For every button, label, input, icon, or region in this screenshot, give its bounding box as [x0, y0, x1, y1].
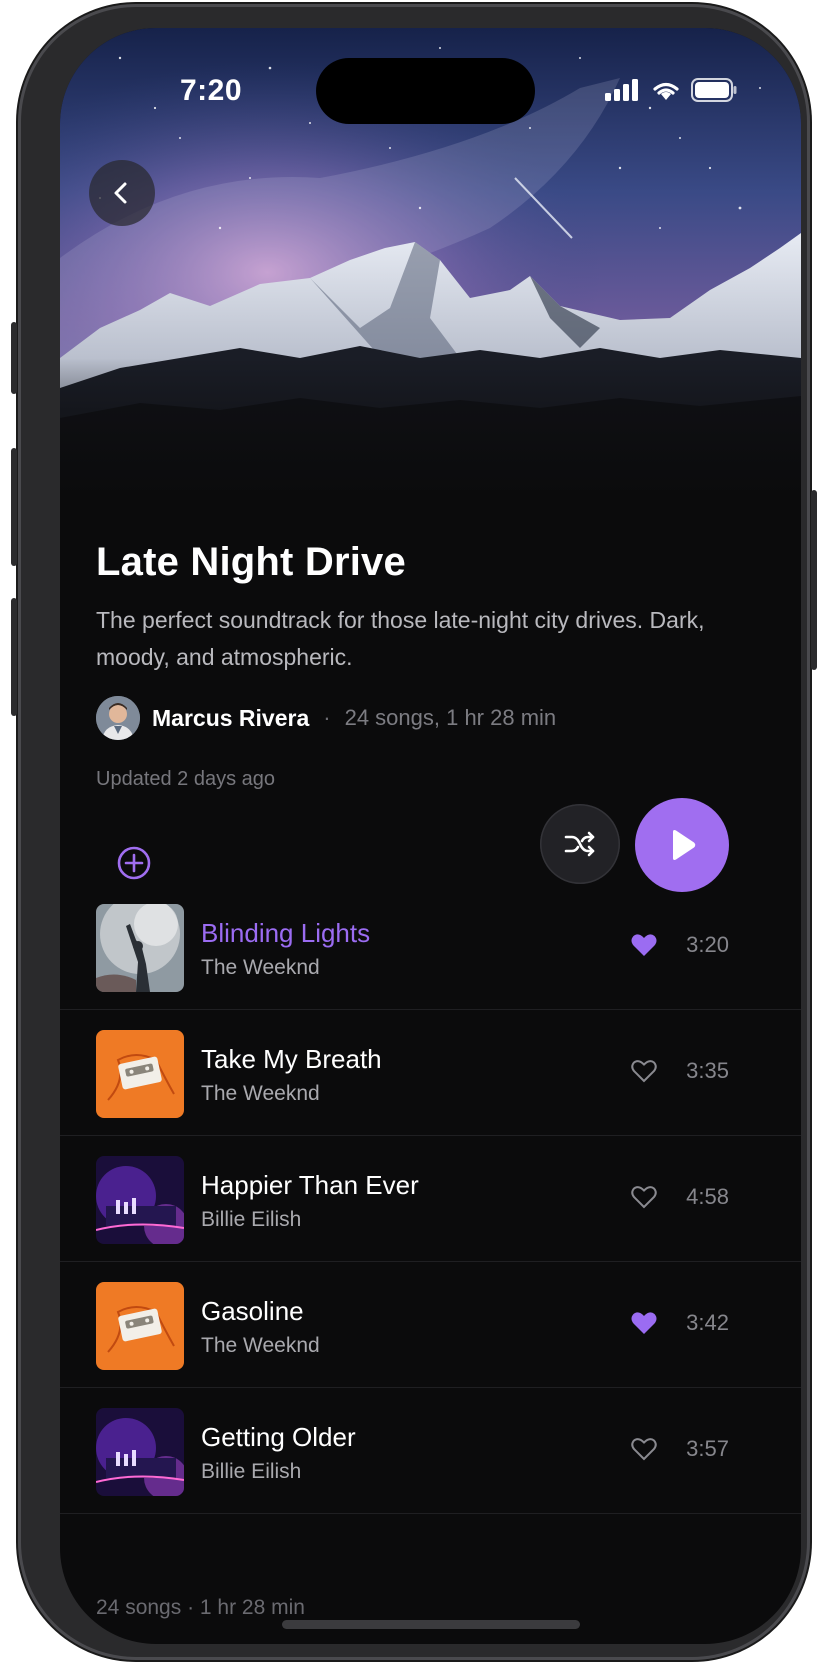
album-cover: [96, 1408, 184, 1496]
album-cover: [96, 1156, 184, 1244]
playlist-description: The perfect soundtrack for those late-ni…: [96, 607, 705, 670]
play-button[interactable]: [635, 798, 729, 892]
dynamic-island: [316, 58, 535, 124]
heart-icon[interactable]: [630, 1436, 658, 1462]
home-indicator[interactable]: [282, 1620, 580, 1629]
status-icons: [605, 78, 737, 102]
playlist-counts: 24 songs, 1 hr 28 min: [344, 705, 557, 730]
back-button[interactable]: [89, 160, 155, 226]
album-cover: [96, 1282, 184, 1370]
playlist-meta: Marcus Rivera · 24 songs, 1 hr 28 min: [96, 696, 556, 740]
track-title: Gasoline: [201, 1296, 304, 1326]
track-artist: The Weeknd: [201, 1082, 320, 1105]
heart-icon[interactable]: [630, 1058, 658, 1084]
heart-icon[interactable]: [630, 1184, 658, 1210]
track-duration: 3:42: [686, 1310, 729, 1335]
cellular-signal-icon: [605, 79, 638, 101]
heart-icon[interactable]: [630, 1310, 658, 1336]
track-row[interactable]: Getting Older Billie Eilish 3:57: [60, 1388, 801, 1514]
track-artist: Billie Eilish: [201, 1460, 302, 1483]
album-cover: [96, 904, 184, 992]
shuffle-icon: [564, 831, 595, 857]
side-button: [11, 448, 17, 566]
track-duration: 3:57: [686, 1436, 729, 1461]
track-row[interactable]: Take My Breath The Weeknd 3:35: [60, 1010, 801, 1136]
shuffle-button[interactable]: [540, 804, 620, 884]
track-row[interactable]: Happier Than Ever Billie Eilish 4:58: [60, 1136, 801, 1262]
meta-separator: ·: [323, 705, 331, 730]
track-row[interactable]: Blinding Lights The Weeknd 3:20: [60, 884, 801, 1010]
play-icon: [673, 830, 696, 860]
add-to-library-button[interactable]: [114, 843, 154, 883]
playlist-title: Late Night Drive: [96, 540, 406, 584]
wifi-icon: [653, 82, 679, 100]
owner-avatar[interactable]: [96, 696, 140, 740]
side-button: [11, 598, 17, 716]
owner-name[interactable]: Marcus Rivera: [152, 705, 309, 732]
track-duration: 4:58: [686, 1184, 729, 1209]
track-artist: Billie Eilish: [201, 1208, 302, 1231]
chevron-left-icon: [114, 182, 127, 204]
battery-icon: [691, 78, 737, 102]
track-title: Take My Breath: [201, 1044, 382, 1074]
side-button: [11, 322, 17, 394]
plus-circle-icon: [117, 846, 151, 880]
track-artist: The Weeknd: [201, 1334, 320, 1357]
phone-frame: 7:20 Late Night Drive The perfect soundt…: [11, 4, 817, 1660]
track-title: Happier Than Ever: [201, 1170, 419, 1200]
updated-text: Updated 2 days ago: [96, 768, 276, 790]
heart-icon[interactable]: [630, 932, 658, 958]
status-time: 7:20: [179, 74, 243, 107]
app-screen: 7:20 Late Night Drive The perfect soundt…: [60, 28, 801, 1644]
track-title: Blinding Lights: [201, 918, 371, 948]
row-divider: [60, 1513, 801, 1514]
album-cover: [96, 1030, 184, 1118]
track-artist: The Weeknd: [201, 956, 320, 979]
side-button: [811, 490, 817, 670]
track-row[interactable]: Gasoline The Weeknd 3:42: [60, 1262, 801, 1388]
track-duration: 3:20: [686, 932, 729, 957]
track-duration: 3:35: [686, 1058, 729, 1083]
playlist-summary: 24 songs · 1 hr 28 min: [96, 1596, 305, 1619]
track-title: Getting Older: [201, 1422, 356, 1452]
